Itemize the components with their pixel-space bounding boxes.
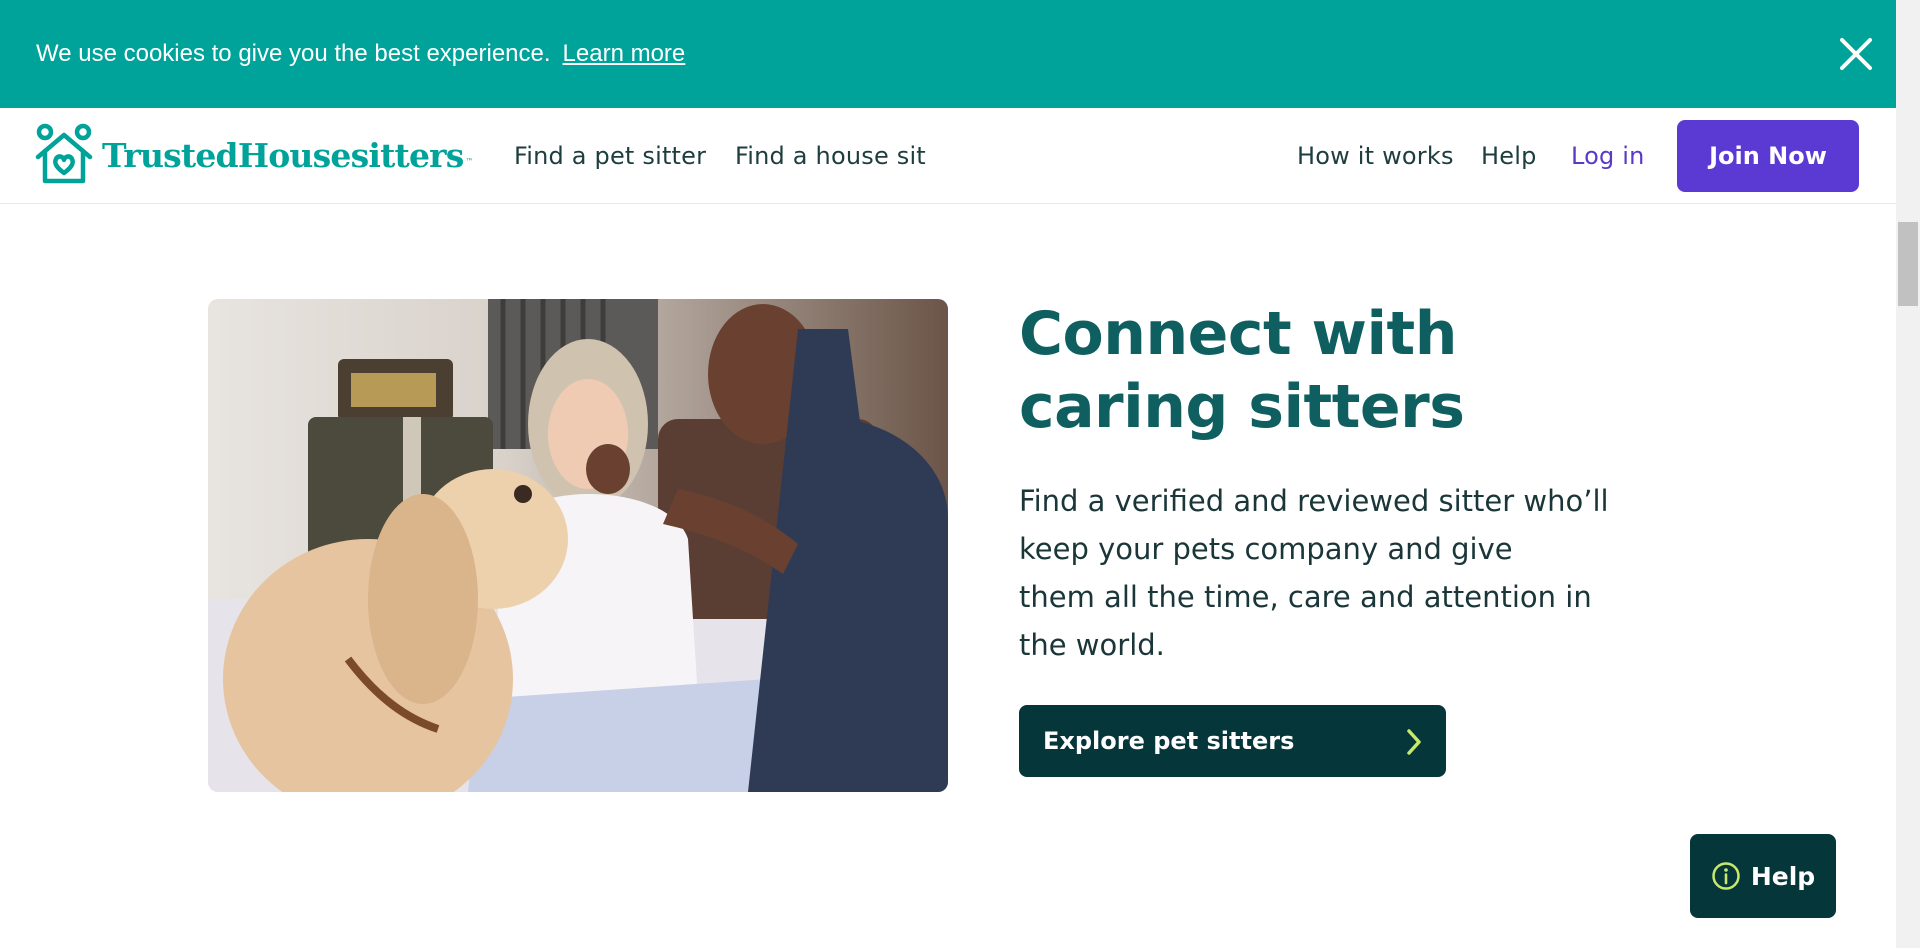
- hero-title: Connect with caring sitters: [1019, 298, 1619, 444]
- nav-find-house-sit[interactable]: Find a house sit: [735, 142, 926, 170]
- nav-log-in[interactable]: Log in: [1571, 142, 1645, 170]
- hero-title-line-1: Connect with: [1019, 299, 1457, 369]
- info-icon: [1712, 862, 1740, 890]
- hero-description-line: keep your pets company and give: [1019, 532, 1513, 566]
- logo[interactable]: TrustedHousesitters ™: [34, 123, 474, 187]
- nav-find-pet-sitter[interactable]: Find a pet sitter: [514, 142, 706, 170]
- nav-how-it-works[interactable]: How it works: [1297, 142, 1454, 170]
- help-floating-button[interactable]: Help: [1690, 834, 1836, 918]
- hero-description-line: the world.: [1019, 628, 1165, 662]
- house-heart-logo-icon: [35, 123, 93, 184]
- hero-description: Find a verified and reviewed sitter who’…: [1019, 477, 1624, 669]
- vertical-scrollbar[interactable]: [1896, 0, 1920, 948]
- explore-pet-sitters-label: Explore pet sitters: [1043, 727, 1295, 755]
- hero-description-line: them all the time, care and attention in: [1019, 580, 1592, 614]
- logo-wordmark: TrustedHousesitters: [102, 135, 464, 175]
- people-with-dog-photo: [208, 299, 948, 792]
- page-viewport: We use cookies to give you the best expe…: [0, 0, 1920, 948]
- chevron-right-icon: [1407, 729, 1421, 755]
- learn-more-link[interactable]: Learn more: [563, 40, 686, 68]
- scrollbar-thumb[interactable]: [1898, 222, 1918, 306]
- nav-help[interactable]: Help: [1481, 142, 1537, 170]
- cookie-banner: We use cookies to give you the best expe…: [0, 0, 1896, 108]
- hero-description-line: Find a verified and reviewed sitter who’…: [1019, 484, 1609, 518]
- close-icon[interactable]: [1836, 34, 1876, 74]
- logo-trademark: ™: [465, 156, 474, 166]
- help-floating-label: Help: [1750, 861, 1816, 891]
- hero-title-line-2: caring sitters: [1019, 372, 1465, 442]
- hero-photo: [208, 299, 948, 792]
- explore-pet-sitters-button[interactable]: Explore pet sitters: [1019, 705, 1446, 777]
- join-now-button[interactable]: Join Now: [1677, 120, 1859, 192]
- cookie-message: We use cookies to give you the best expe…: [36, 40, 551, 67]
- site-header: TrustedHousesitters ™ Find a pet sitter …: [0, 108, 1896, 204]
